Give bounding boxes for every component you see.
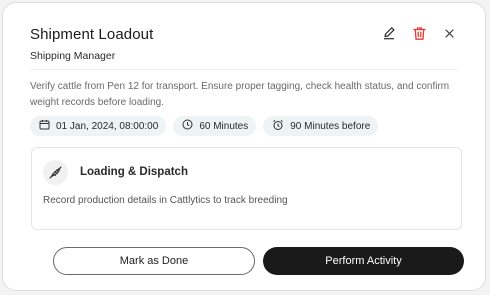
date-chip: 01 Jan, 2024, 08:00:00 — [30, 116, 167, 136]
clock-icon — [182, 119, 193, 133]
activity-title: Loading & Dispatch — [80, 166, 188, 178]
card-title: Shipment Loadout — [30, 26, 154, 43]
task-description: Verify cattle from Pen 12 for transport.… — [30, 81, 450, 108]
perform-activity-button[interactable]: Perform Activity — [263, 247, 464, 275]
activity-description: Record production details in Cattlytics … — [43, 195, 288, 206]
duration-chip-label: 60 Minutes — [199, 120, 249, 132]
calendar-icon — [39, 119, 50, 133]
card-subtitle: Shipping Manager — [30, 50, 116, 62]
duration-chip: 60 Minutes — [173, 116, 257, 136]
shipment-card: Shipment Loadout Shipping Manager Verify… — [2, 2, 486, 291]
header-divider — [30, 69, 458, 70]
alarm-icon — [272, 119, 284, 134]
schedule-chips: 01 Jan, 2024, 08:00:00 60 Minutes 90 Min… — [30, 116, 379, 136]
reminder-chip-label: 90 Minutes before — [290, 120, 371, 132]
date-chip-label: 01 Jan, 2024, 08:00:00 — [56, 120, 159, 132]
header-actions — [381, 25, 457, 41]
activity-box: Loading & Dispatch Record production det… — [31, 147, 462, 230]
dna-icon — [43, 160, 68, 185]
mark-as-done-button[interactable]: Mark as Done — [53, 247, 255, 275]
reminder-chip: 90 Minutes before — [263, 116, 379, 136]
trash-icon[interactable] — [411, 25, 427, 41]
pencil-icon[interactable] — [381, 25, 397, 41]
close-icon[interactable] — [441, 25, 457, 41]
